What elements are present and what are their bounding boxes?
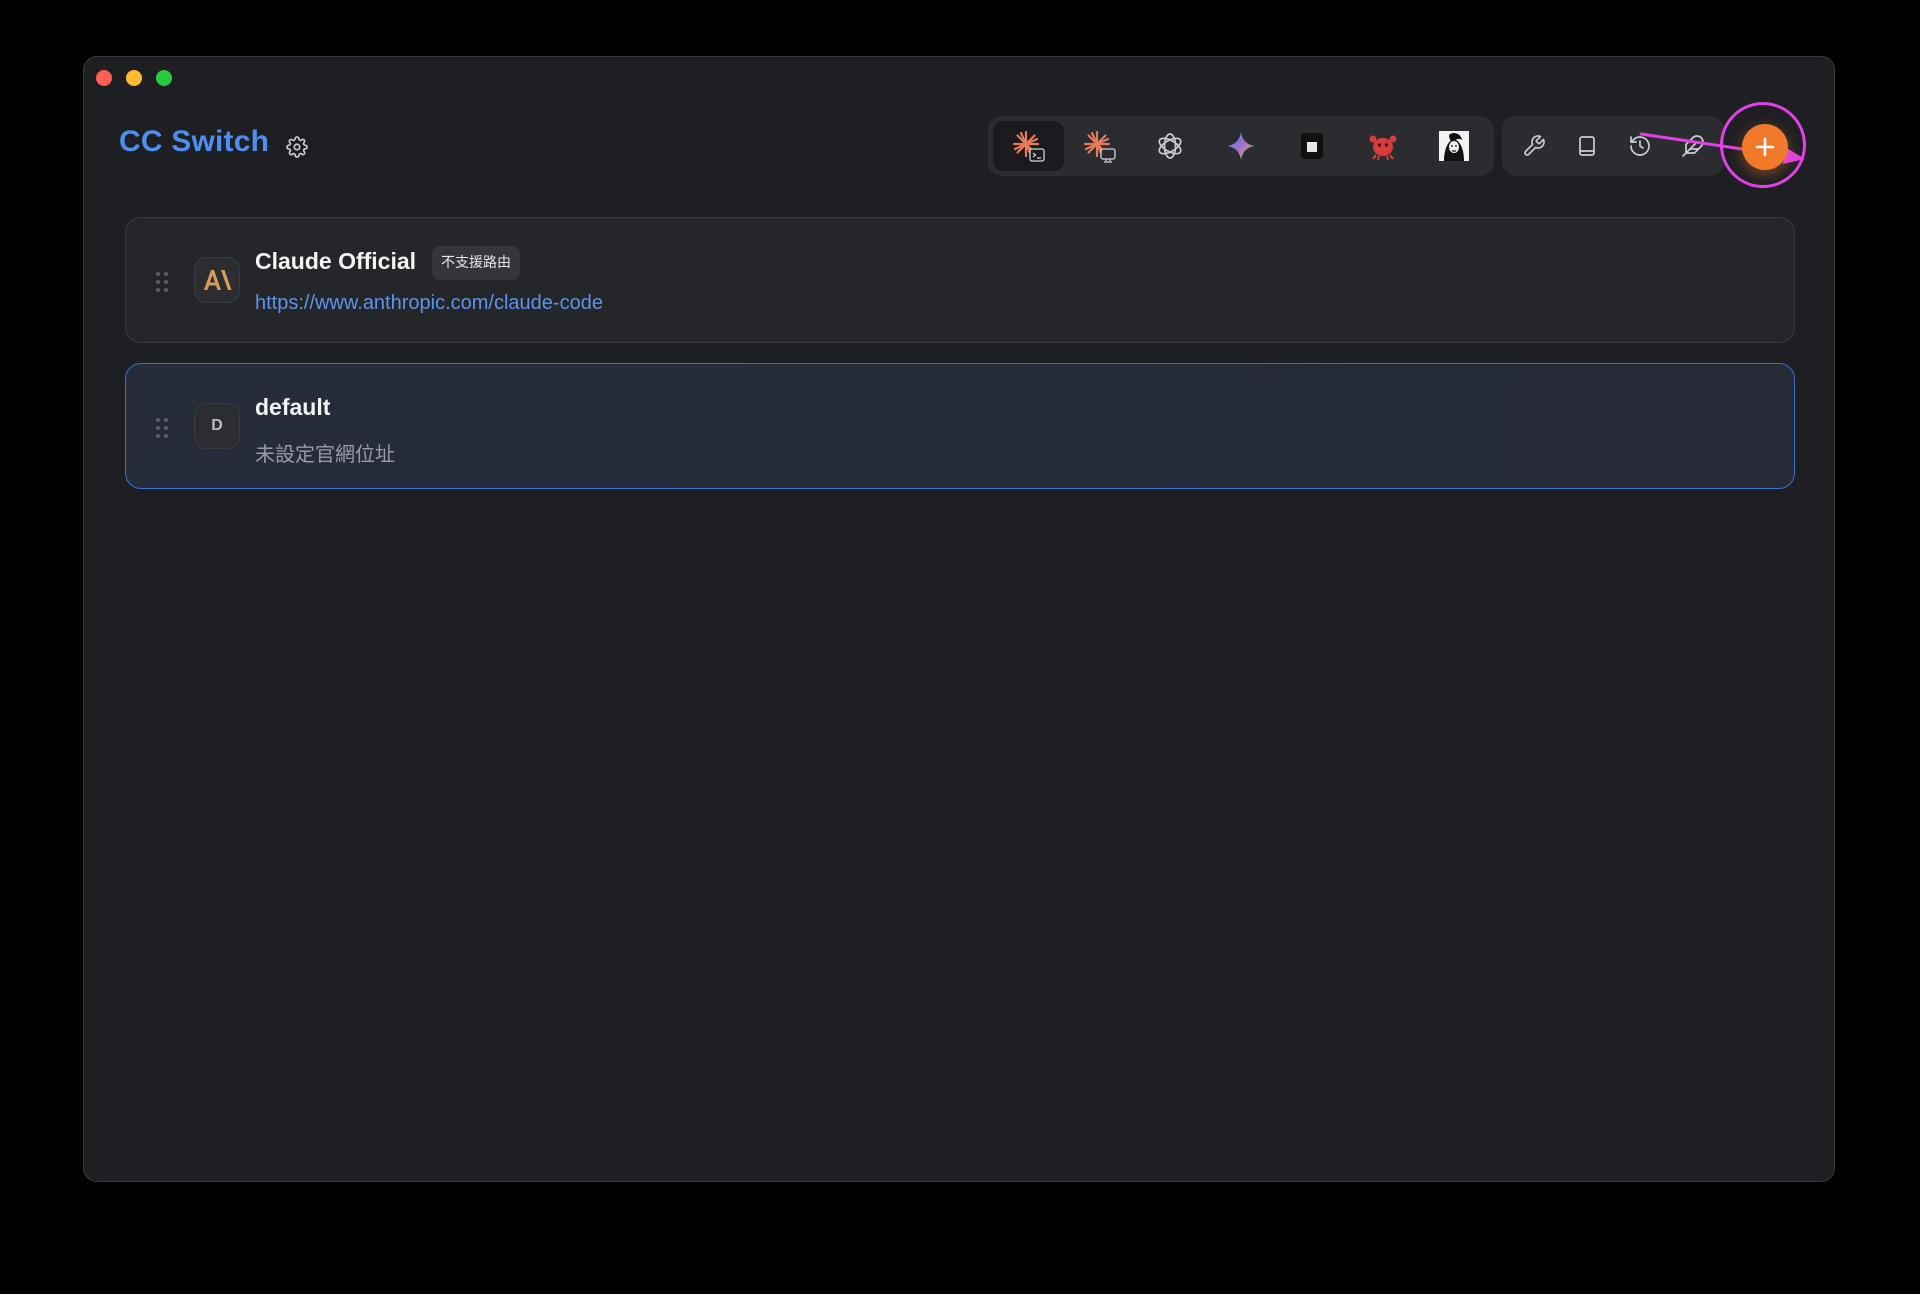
routing-badge: 不支援路由 <box>432 246 520 280</box>
provider-icon: D <box>194 403 240 449</box>
app-window: CC Switch Claude Official 不支援路由 https://… <box>83 56 1835 1182</box>
close-window-button[interactable] <box>96 70 112 86</box>
crab-icon <box>1369 135 1397 161</box>
app-gemini-button[interactable] <box>1206 121 1277 171</box>
book-icon <box>1578 136 1595 156</box>
provider-icon <box>194 257 240 303</box>
docs-button[interactable] <box>1560 121 1613 171</box>
provider-url-link[interactable]: https://www.anthropic.com/claude-code <box>255 292 603 315</box>
gear-icon <box>286 136 308 158</box>
zoom-window-button[interactable] <box>156 70 172 86</box>
provider-card[interactable]: Claude Official 不支援路由 https://www.anthro… <box>125 217 1795 343</box>
app-terminal-button[interactable] <box>1276 121 1347 171</box>
drag-handle-icon[interactable] <box>156 272 168 292</box>
app-title: CC Switch <box>119 125 270 158</box>
provider-name: Claude Official <box>255 248 417 274</box>
minimize-window-button[interactable] <box>126 70 142 86</box>
provider-name: default <box>255 394 331 420</box>
portrait-icon <box>1438 131 1469 161</box>
app-switcher <box>988 116 1494 176</box>
window-controls <box>96 70 172 86</box>
provider-card[interactable]: D default 未設定官網位址 <box>125 363 1795 489</box>
openai-icon <box>1158 133 1182 159</box>
claude-desktop-icon <box>1084 130 1116 163</box>
settings-button[interactable] <box>283 133 311 161</box>
app-portrait-button[interactable] <box>1418 121 1489 171</box>
wrench-icon <box>1523 135 1545 156</box>
tools-button[interactable] <box>1507 121 1560 171</box>
claude-terminal-icon <box>1013 130 1046 162</box>
add-provider-button[interactable] <box>1742 124 1788 170</box>
square-icon <box>1300 133 1323 159</box>
app-codex-button[interactable] <box>1135 121 1206 171</box>
drag-handle-icon[interactable] <box>156 418 168 438</box>
anthropic-icon <box>204 270 232 290</box>
app-claude-code-button[interactable] <box>993 121 1064 171</box>
provider-initial: D <box>211 417 223 434</box>
gemini-icon <box>1227 132 1255 160</box>
app-claude-desktop-button[interactable] <box>1064 121 1135 171</box>
provider-subtitle: 未設定官網位址 <box>255 442 395 466</box>
app-crab-button[interactable] <box>1347 121 1418 171</box>
plus-icon <box>1755 137 1775 157</box>
